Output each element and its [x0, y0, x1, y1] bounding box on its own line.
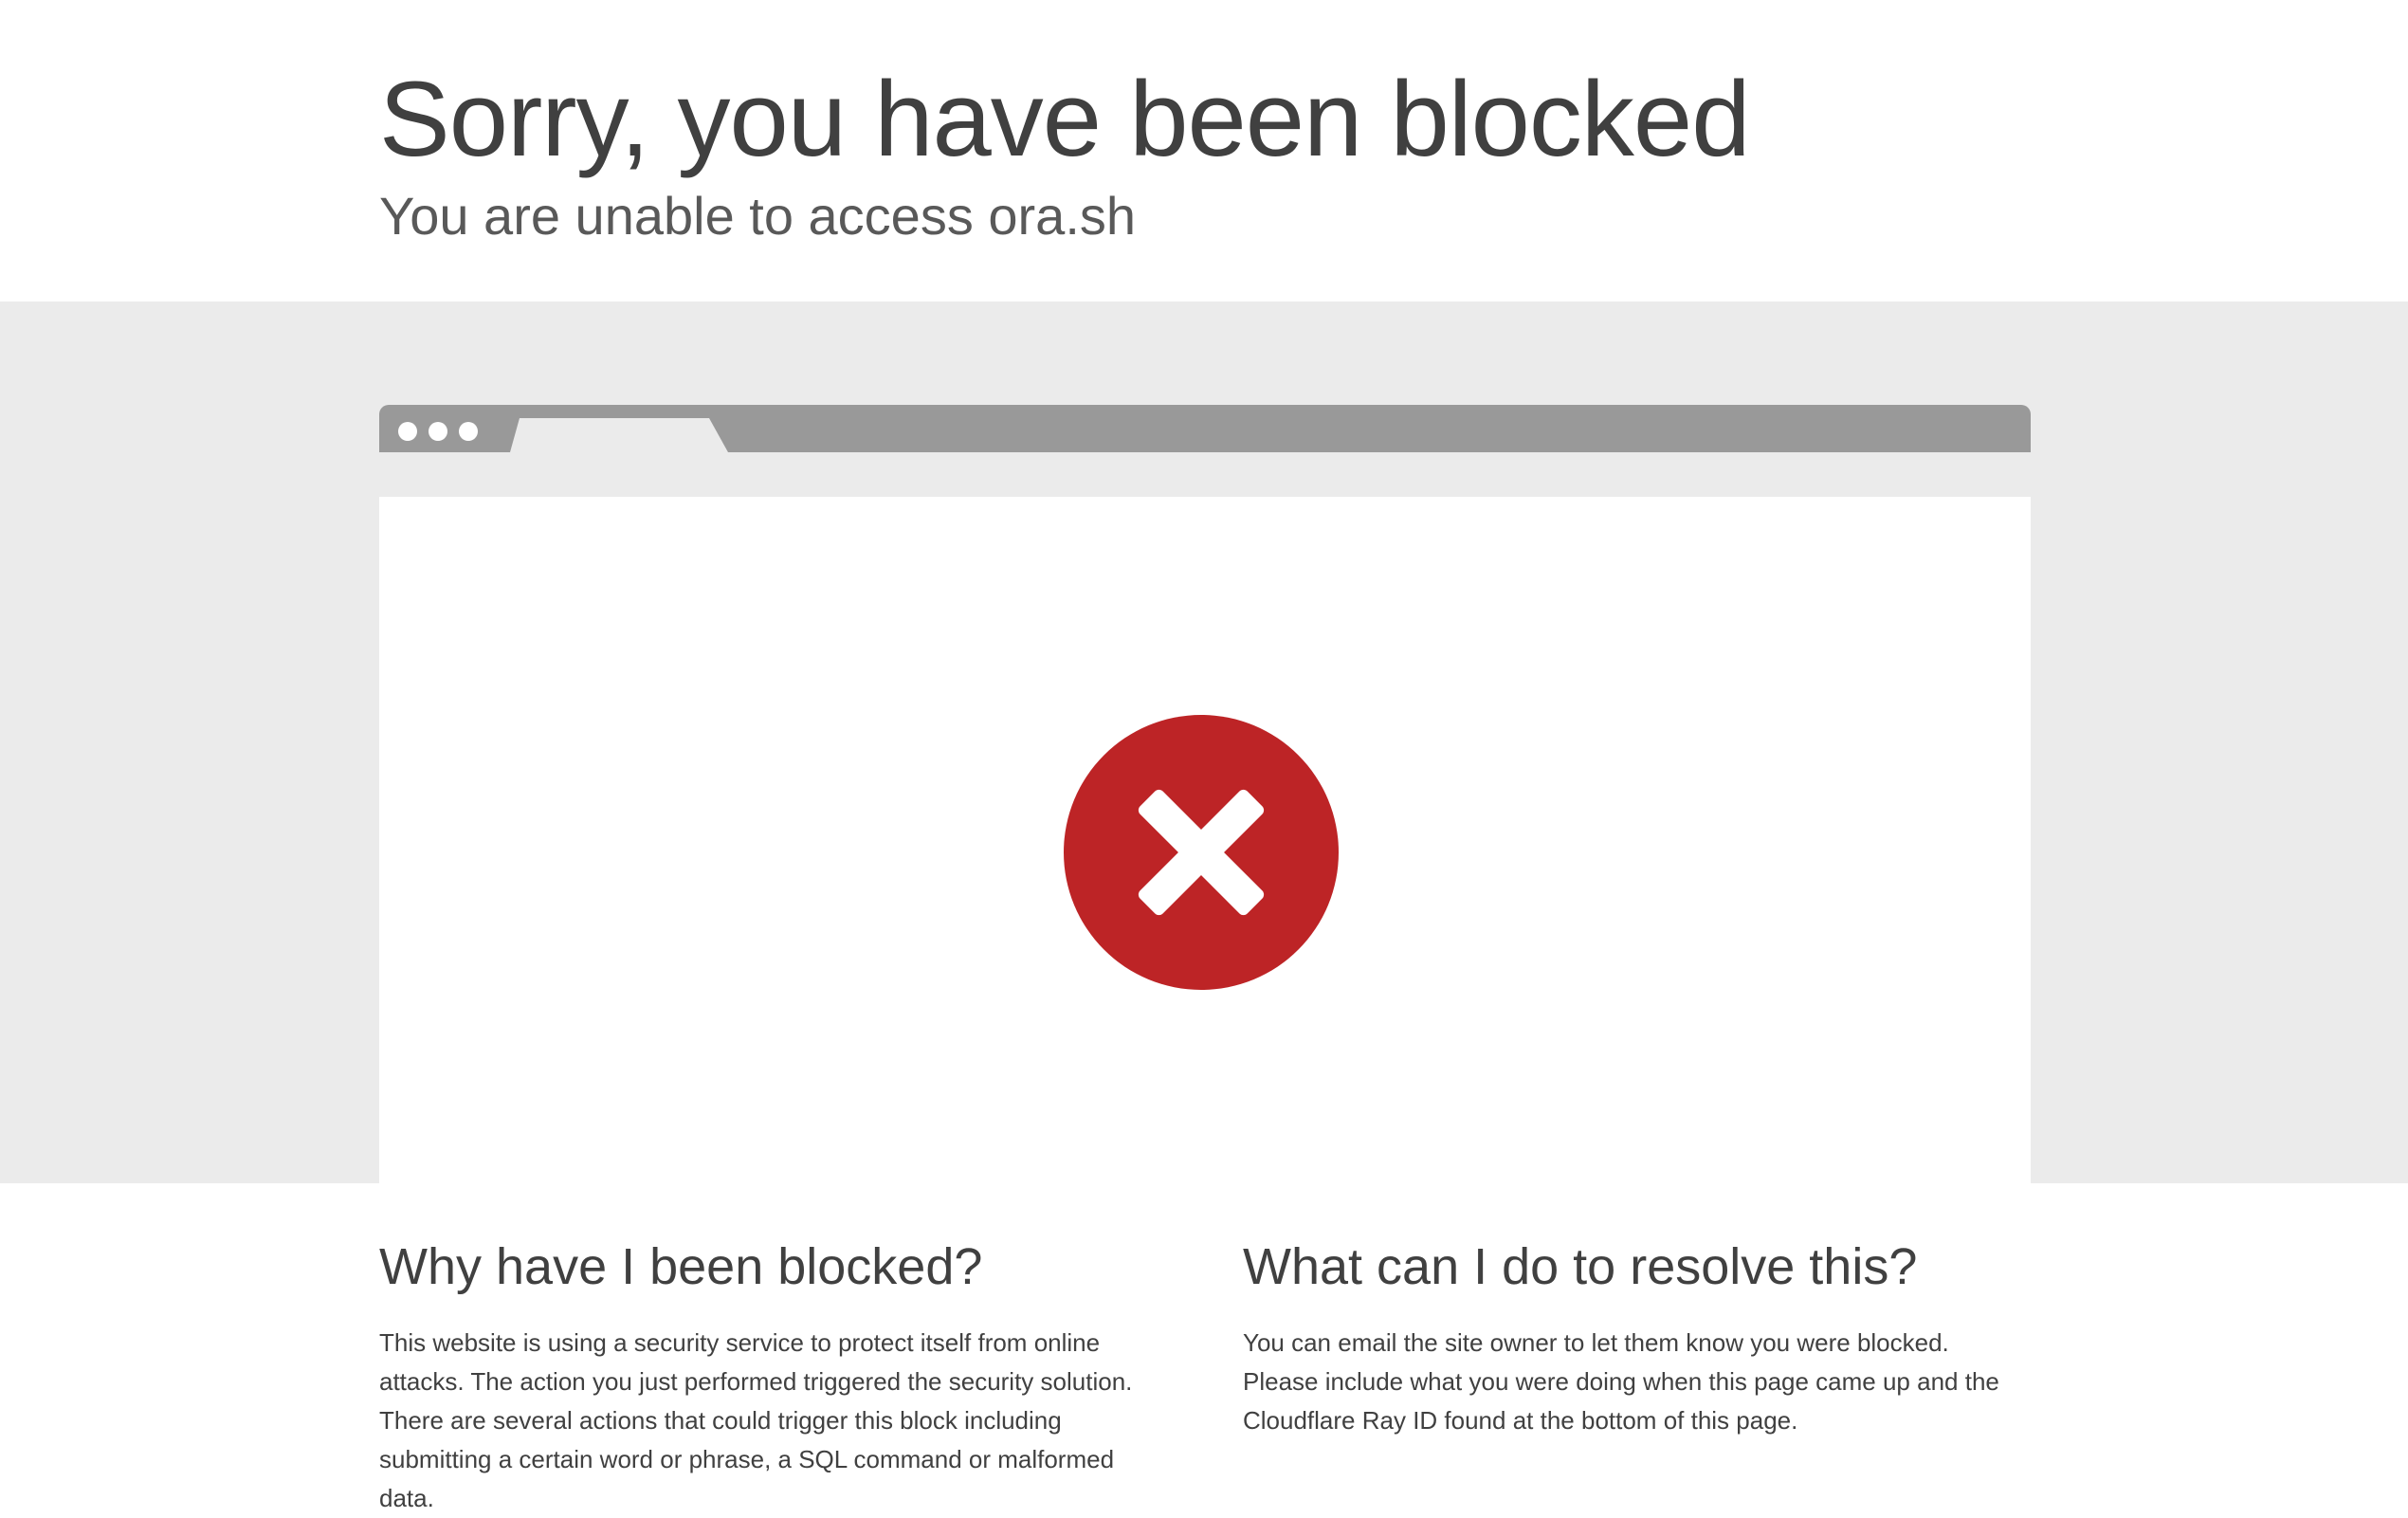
browser-illustration-bar [379, 405, 2031, 452]
resolve-text: You can email the site owner to let them… [1243, 1328, 1999, 1435]
resolve-section: What can I do to resolve this? You can e… [1243, 1233, 2020, 1440]
browser-illustration-window [379, 497, 2031, 1183]
page-subtitle: You are unable to access ora.sh [379, 186, 1137, 246]
resolve-heading: What can I do to resolve this? [1243, 1238, 1918, 1295]
why-blocked-text: This website is using a security service… [379, 1328, 1133, 1512]
browser-tab-illustration [510, 418, 728, 452]
window-dot-icon [459, 422, 478, 441]
why-blocked-heading: Why have I been blocked? [379, 1238, 983, 1295]
page-header: Sorry, you have been blocked You are una… [0, 0, 2408, 302]
window-dot-icon [398, 422, 417, 441]
page-title: Sorry, you have been blocked [379, 60, 1750, 178]
error-x-icon [1064, 715, 1339, 990]
window-dot-icon [429, 422, 447, 441]
why-blocked-section: Why have I been blocked? This website is… [379, 1233, 1157, 1518]
